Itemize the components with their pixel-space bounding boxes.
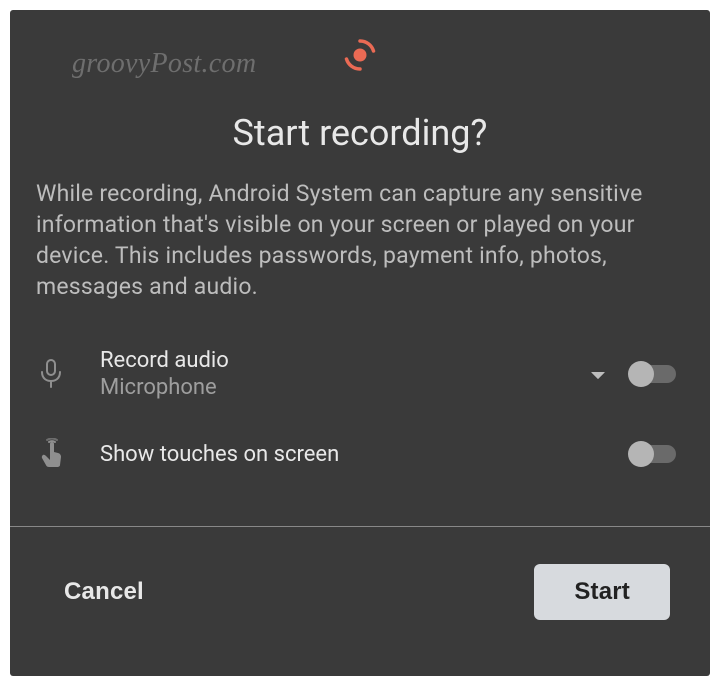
dialog-actions: Cancel Start: [10, 527, 710, 657]
show-touches-labels: Show touches on screen: [100, 442, 628, 467]
cancel-button[interactable]: Cancel: [64, 578, 144, 606]
audio-source-dropdown[interactable]: [568, 365, 628, 384]
record-audio-label: Record audio: [100, 348, 568, 373]
show-touches-label: Show touches on screen: [100, 442, 628, 467]
show-touches-row: Show touches on screen: [36, 422, 684, 486]
record-audio-toggle[interactable]: [628, 359, 684, 389]
record-audio-labels: Record audio Microphone: [100, 348, 568, 400]
start-button[interactable]: Start: [534, 564, 670, 620]
watermark-text: groovyPost.com: [72, 48, 256, 80]
dialog-title: Start recording?: [10, 112, 710, 154]
chevron-down-icon: [591, 365, 605, 384]
mic-icon: [36, 358, 100, 390]
record-audio-sublabel: Microphone: [100, 375, 568, 400]
dialog-description: While recording, Android System can capt…: [10, 178, 710, 302]
touch-icon: [36, 438, 100, 470]
show-touches-toggle[interactable]: [628, 439, 684, 469]
options-section: Record audio Microphone: [10, 342, 710, 502]
record-icon: [343, 38, 377, 76]
start-recording-dialog: groovyPost.com Start recording? While re…: [10, 10, 710, 676]
record-audio-row: Record audio Microphone: [36, 342, 684, 406]
